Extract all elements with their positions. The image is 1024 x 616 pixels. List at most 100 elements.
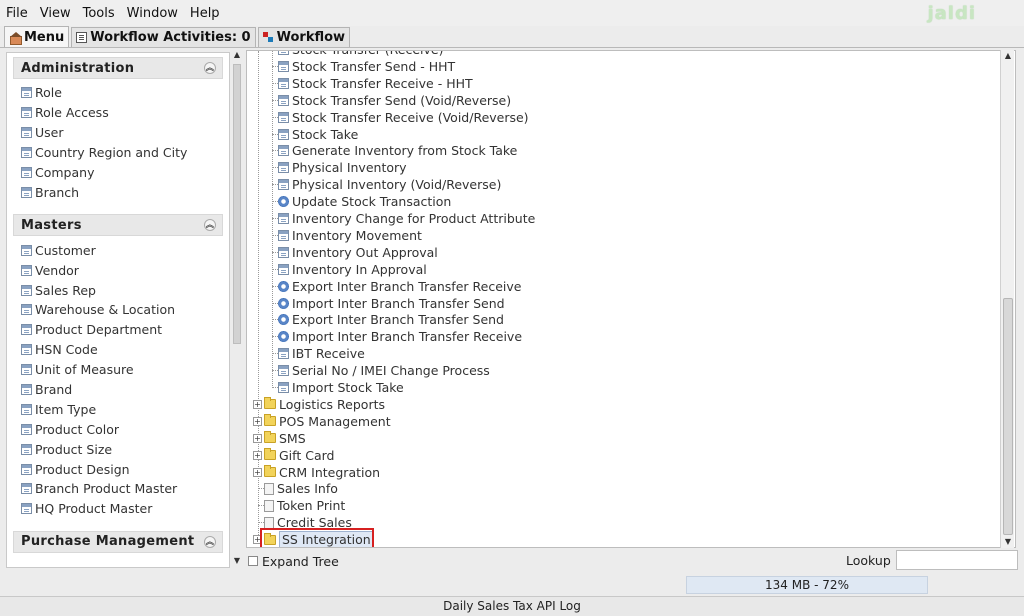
list-item[interactable]: Item Type <box>21 399 223 419</box>
tree-item[interactable]: Logistics Reports <box>264 396 385 413</box>
workflow-icon <box>262 32 274 43</box>
tree-item-label: Stock Transfer Send - HHT <box>292 58 456 74</box>
tree-item[interactable]: Physical Inventory (Void/Reverse) <box>278 176 501 193</box>
list-item[interactable]: Country Region and City <box>21 143 223 163</box>
tree-item[interactable]: SMS <box>264 430 306 447</box>
tab-workflow[interactable]: Workflow <box>257 27 351 47</box>
tree-item[interactable]: Inventory Change for Product Attribute <box>278 210 535 227</box>
scrollbar-thumb[interactable] <box>1003 298 1013 535</box>
expand-plus-icon[interactable]: + <box>253 433 262 443</box>
list-item[interactable]: HQ Product Master <box>21 499 223 519</box>
window-icon <box>21 284 32 296</box>
menu-tools[interactable]: Tools <box>77 6 121 21</box>
list-item[interactable]: Role <box>21 83 223 103</box>
tree-item[interactable]: IBT Receive <box>278 345 365 362</box>
tree-item[interactable]: Stock Transfer Send - HHT <box>278 58 455 75</box>
tab-workflow-activities[interactable]: Workflow Activities: 0 <box>71 27 256 47</box>
list-item[interactable]: Unit of Measure <box>21 360 223 380</box>
tree-item[interactable]: Stock Transfer Receive - HHT <box>278 75 473 92</box>
folder-icon <box>264 448 276 461</box>
list-item[interactable]: Product Color <box>21 419 223 439</box>
window-icon <box>21 344 32 356</box>
lookup-input[interactable] <box>896 550 1018 570</box>
list-item[interactable]: Warehouse & Location <box>21 300 223 320</box>
section-title: Masters <box>21 217 82 233</box>
tree-item[interactable]: Update Stock Transaction <box>278 193 451 210</box>
list-item[interactable]: Product Department <box>21 320 223 340</box>
list-item-label: Item Type <box>35 401 97 417</box>
tree-expand-toggle[interactable]: + <box>253 396 262 413</box>
menu-window[interactable]: Window <box>121 6 184 21</box>
section-header-administration[interactable]: Administration ︽ <box>13 57 223 79</box>
list-item[interactable]: User <box>21 123 223 143</box>
expand-tree-label: Expand Tree <box>262 553 339 569</box>
tree-item[interactable]: Stock Take <box>278 126 358 143</box>
collapse-icon[interactable]: ︽ <box>204 535 216 548</box>
list-item[interactable]: Customer <box>21 240 223 260</box>
tree-item[interactable]: Export Inter Branch Transfer Receive <box>278 278 521 295</box>
tree-item-label: Inventory Change for Product Attribute <box>292 211 536 226</box>
tree-item[interactable]: Import Inter Branch Transfer Receive <box>278 328 522 345</box>
tree-scrollbar[interactable]: ▲ ▼ <box>1000 50 1014 548</box>
tree-item[interactable]: Inventory Out Approval <box>278 244 438 261</box>
tree-item[interactable]: Import Stock Take <box>278 379 404 396</box>
scroll-up-icon[interactable]: ▲ <box>1001 50 1015 62</box>
tab-menu[interactable]: Menu <box>4 26 70 47</box>
tree-item-label: Inventory Movement <box>292 227 422 243</box>
tree-item[interactable]: Inventory Movement <box>278 227 422 244</box>
left-panel-scrollbar[interactable]: ▲ ▼ <box>232 50 242 568</box>
collapse-icon[interactable]: ︽ <box>204 219 216 232</box>
scroll-up-icon[interactable]: ▲ <box>232 50 242 62</box>
expand-tree-checkbox[interactable]: Expand Tree <box>248 553 339 569</box>
list-item[interactable]: Product Size <box>21 439 223 459</box>
menu-help[interactable]: Help <box>184 6 226 21</box>
expand-plus-icon[interactable]: + <box>253 416 262 426</box>
tree-item[interactable]: Sales Info <box>264 480 338 497</box>
menu-file[interactable]: File <box>0 6 34 21</box>
list-item[interactable]: Sales Rep <box>21 280 223 300</box>
collapse-icon[interactable]: ︽ <box>204 62 216 74</box>
scroll-down-icon[interactable]: ▼ <box>1001 536 1015 548</box>
tree-item[interactable]: POS Management <box>264 413 391 430</box>
scrollbar-thumb[interactable] <box>233 64 241 344</box>
tree-expand-toggle[interactable]: + <box>253 464 262 481</box>
section-header-purchase-management[interactable]: Purchase Management ︽ <box>13 530 223 553</box>
tree-item[interactable]: Inventory In Approval <box>278 261 427 278</box>
tree-item[interactable]: Stock Transfer Send (Void/Reverse) <box>278 92 511 109</box>
list-item[interactable]: Brand <box>21 380 223 400</box>
tree-item-label: Logistics Reports <box>279 396 385 412</box>
scroll-down-icon[interactable]: ▼ <box>232 556 242 568</box>
tree-item[interactable]: Serial No / IMEI Change Process <box>278 362 490 379</box>
tree-item[interactable]: Import Inter Branch Transfer Send <box>278 295 505 312</box>
tree-expand-toggle[interactable]: + <box>253 447 262 464</box>
memory-indicator[interactable]: 134 MB - 72% <box>686 576 928 594</box>
list-item[interactable]: Vendor <box>21 260 223 280</box>
list-item-label: Product Color <box>35 421 120 437</box>
tree-item[interactable]: Stock Transfer (Receive) <box>278 51 444 58</box>
list-item[interactable]: HSN Code <box>21 340 223 360</box>
tree-item[interactable]: Physical Inventory <box>278 159 407 176</box>
list-item[interactable]: Branch <box>21 182 223 202</box>
tree-item[interactable]: Stock Transfer Receive (Void/Reverse) <box>278 109 529 126</box>
expand-plus-icon[interactable]: + <box>253 450 262 460</box>
process-icon <box>278 297 289 309</box>
expand-plus-icon[interactable]: + <box>253 399 262 409</box>
list-item[interactable]: Company <box>21 163 223 183</box>
tree-item[interactable]: Token Print <box>264 497 345 514</box>
expand-plus-icon[interactable]: + <box>253 467 262 477</box>
section-header-masters[interactable]: Masters ︽ <box>13 214 223 237</box>
folder-icon <box>264 431 276 444</box>
menu-view[interactable]: View <box>34 6 77 21</box>
tree-item[interactable]: Export Inter Branch Transfer Send <box>278 311 504 328</box>
tree-item[interactable]: Generate Inventory from Stock Take <box>278 142 517 159</box>
checkbox-icon[interactable] <box>248 556 258 566</box>
window-icon <box>278 51 289 55</box>
list-item[interactable]: Product Design <box>21 459 223 479</box>
tree-expand-toggle[interactable]: + <box>253 430 262 447</box>
tree-item[interactable]: Gift Card <box>264 447 334 464</box>
selection-highlight-box <box>260 528 374 547</box>
tree-item[interactable]: CRM Integration <box>264 464 380 481</box>
list-item[interactable]: Branch Product Master <box>21 479 223 499</box>
tree-expand-toggle[interactable]: + <box>253 413 262 430</box>
list-item[interactable]: Role Access <box>21 103 223 123</box>
